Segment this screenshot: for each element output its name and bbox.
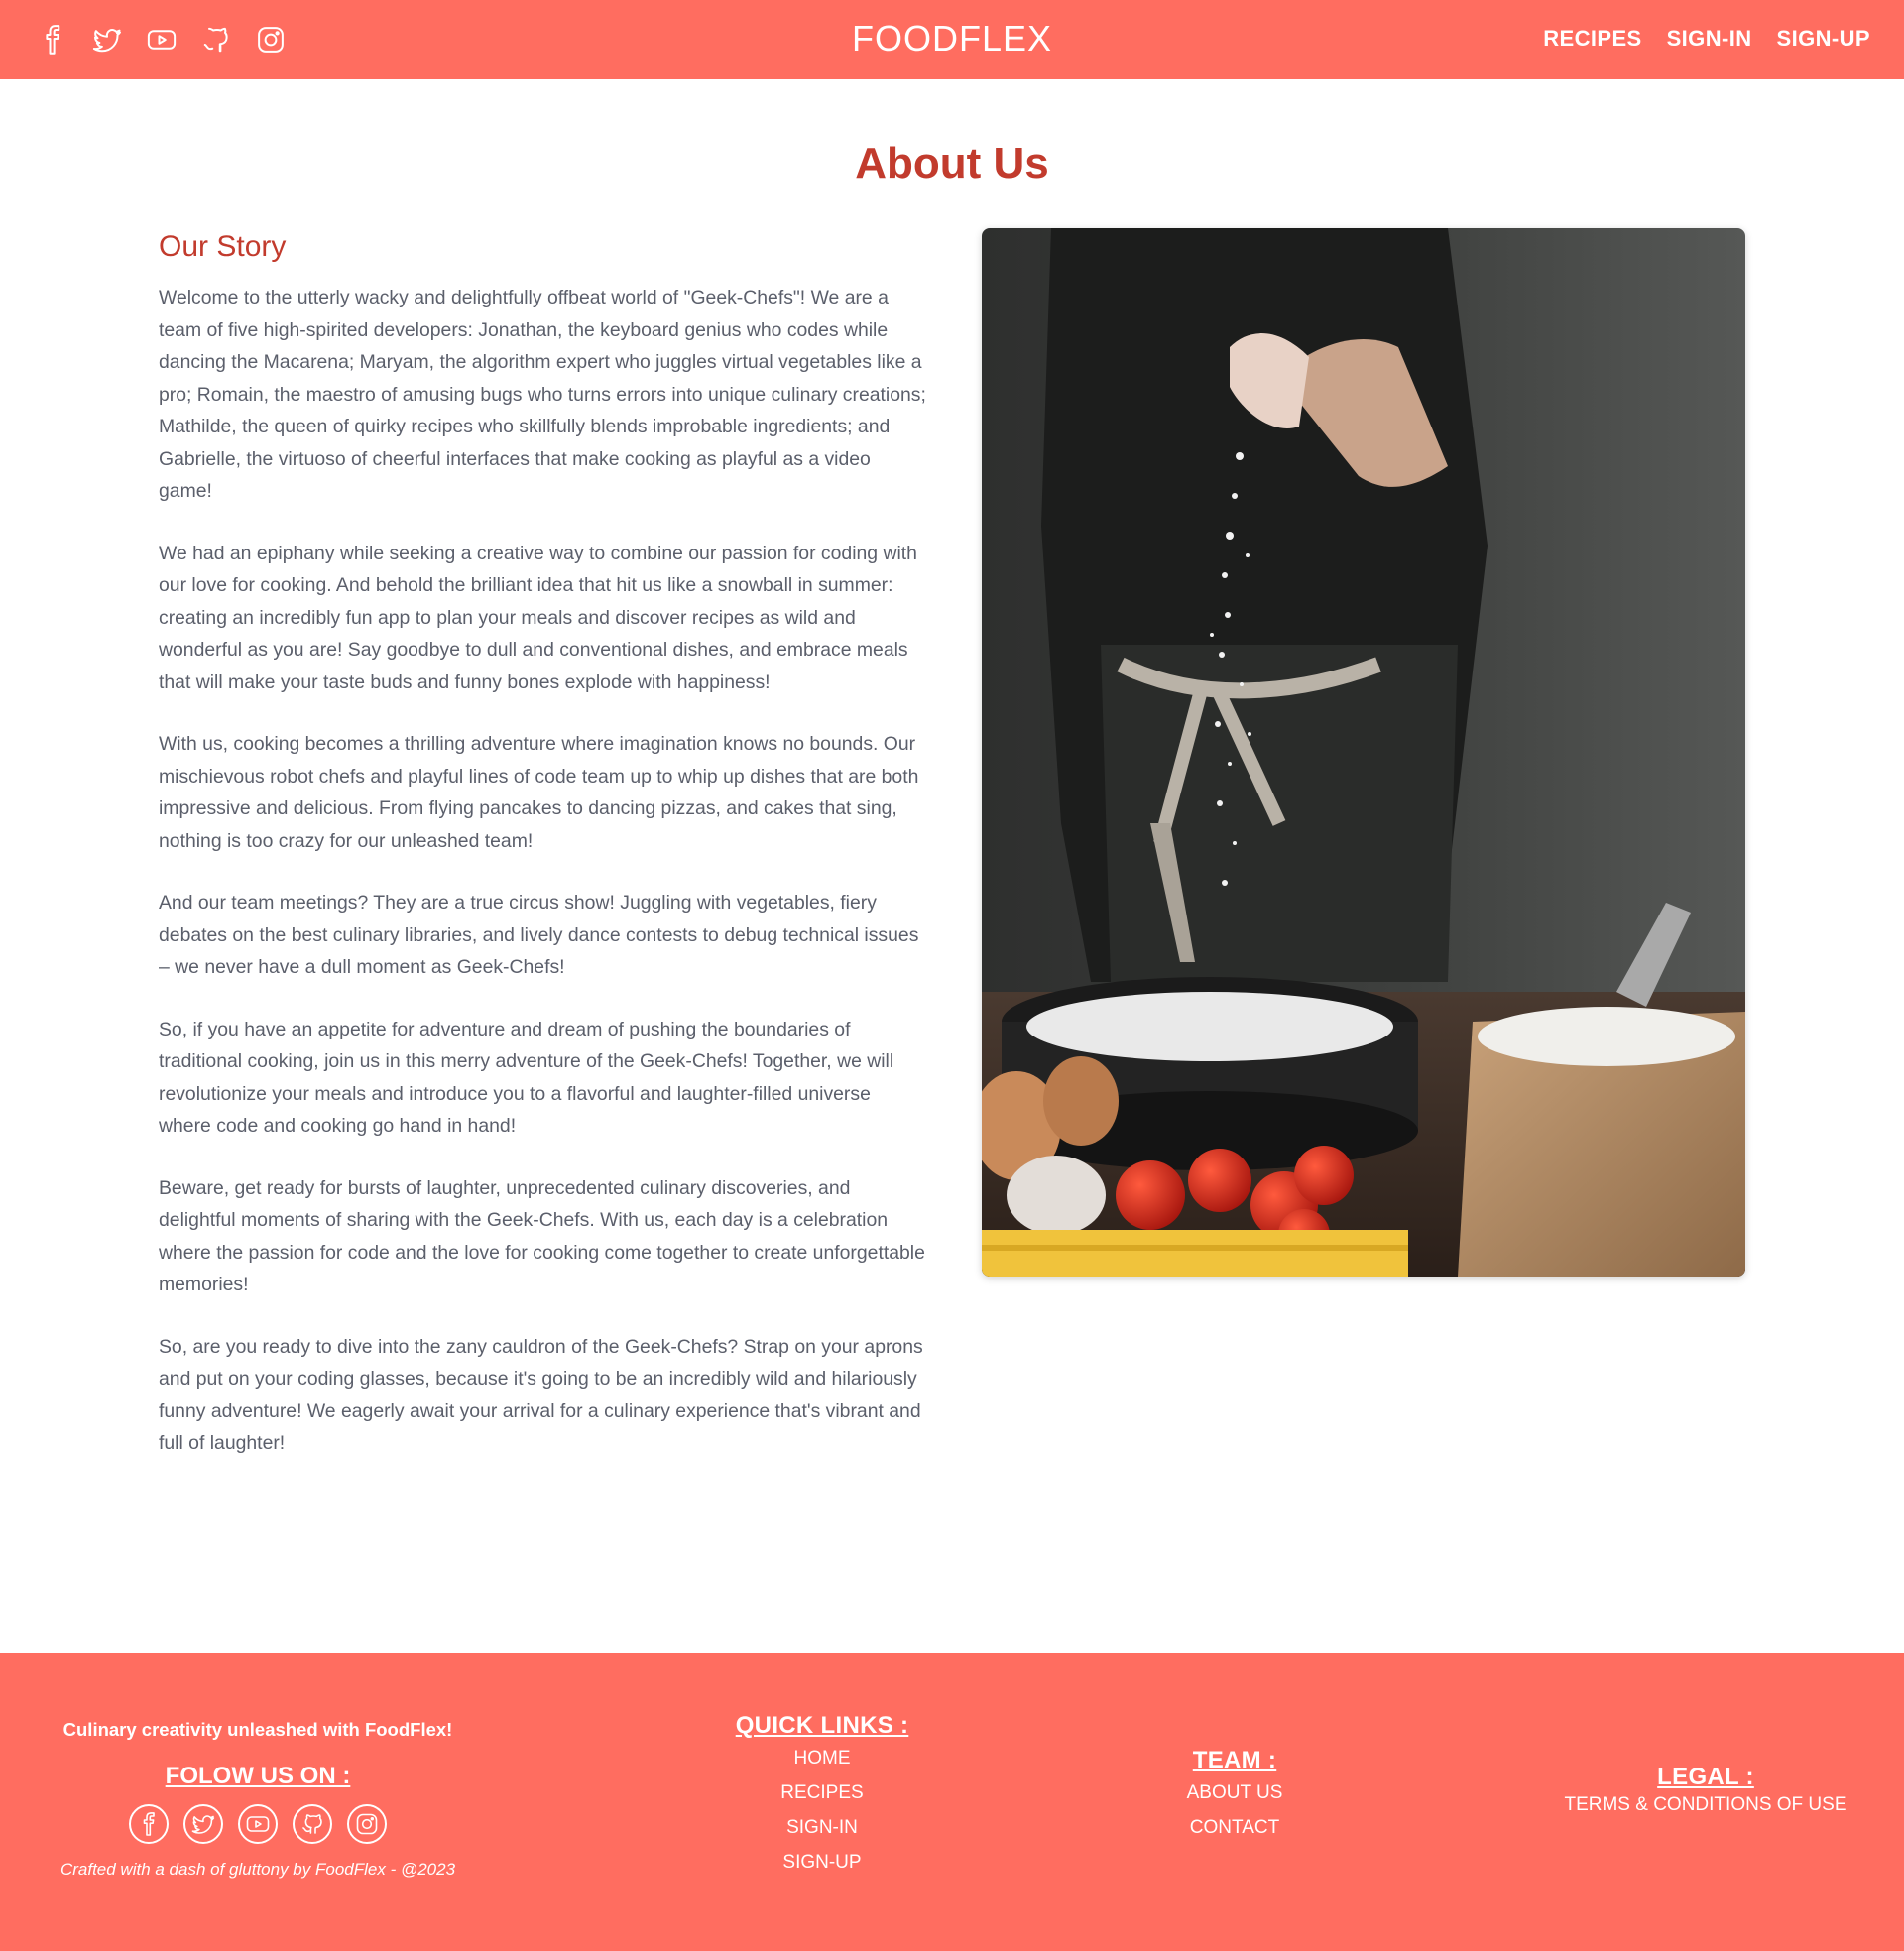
story-paragraph-2: We had an epiphany while seeking a creat…	[159, 542, 917, 693]
story-paragraph-5: So, if you have an appetite for adventur…	[159, 1018, 894, 1138]
nav-sign-up-link[interactable]: SIGN-UP	[1777, 26, 1870, 52]
footer-link-home[interactable]: HOME	[694, 1741, 950, 1775]
facebook-icon[interactable]	[129, 1804, 169, 1844]
footer-quick-links: QUICK LINKS : HOME RECIPES SIGN-IN SIGN-…	[694, 1711, 950, 1880]
footer-about-column: Culinary creativity unleashed with FoodF…	[40, 1719, 476, 1880]
page-title: About Us	[855, 139, 1049, 187]
story-paragraph-1: Welcome to the utterly wacky and delight…	[159, 287, 926, 502]
story-paragraph-6: Beware, get ready for bursts of laughter…	[159, 1176, 925, 1296]
twitter-icon[interactable]	[183, 1804, 223, 1844]
footer-link-recipes[interactable]: RECIPES	[694, 1775, 950, 1810]
footer-link-about-us[interactable]: ABOUT US	[1140, 1775, 1329, 1810]
nav-recipes-link[interactable]: RECIPES	[1543, 26, 1641, 52]
github-icon[interactable]	[293, 1804, 332, 1844]
main-nav: RECIPES SIGN-IN SIGN-UP	[1543, 26, 1870, 52]
chef-flour-photo	[982, 228, 1745, 1277]
top-navbar: FOODFLEX RECIPES SIGN-IN SIGN-UP	[0, 0, 1904, 79]
footer-social-links	[40, 1804, 476, 1844]
story-paragraph-3: With us, cooking becomes a thrilling adv…	[159, 733, 919, 852]
story-heading: Our Story	[159, 230, 287, 263]
footer-legal: LEGAL : TERMS & CONDITIONS OF USE	[1547, 1763, 1864, 1818]
follow-us-title: FOLOW US ON :	[165, 1763, 351, 1789]
footer-tagline: Culinary creativity unleashed with FoodF…	[62, 1719, 453, 1740]
nav-sign-in-link[interactable]: SIGN-IN	[1667, 26, 1752, 52]
legal-title: LEGAL :	[1657, 1764, 1754, 1790]
footer-link-terms[interactable]: TERMS & CONDITIONS OF USE	[1547, 1792, 1864, 1818]
team-title: TEAM :	[1192, 1747, 1277, 1773]
youtube-icon[interactable]	[238, 1804, 278, 1844]
instagram-icon[interactable]	[347, 1804, 387, 1844]
footer-link-sign-in[interactable]: SIGN-IN	[694, 1810, 950, 1845]
our-story-section: Our Story Welcome to the utterly wacky a…	[159, 230, 927, 1490]
footer-link-contact[interactable]: CONTACT	[1140, 1810, 1329, 1845]
footer-team: TEAM : ABOUT US CONTACT	[1140, 1746, 1329, 1845]
site-footer: Culinary creativity unleashed with FoodF…	[0, 1653, 1904, 1951]
footer-credit: Crafted with a dash of gluttony by FoodF…	[60, 1860, 456, 1879]
footer-link-sign-up[interactable]: SIGN-UP	[694, 1845, 950, 1880]
story-paragraph-4: And our team meetings? They are a true c…	[159, 892, 919, 978]
story-paragraph-7: So, are you ready to dive into the zany …	[159, 1335, 923, 1455]
quick-links-title: QUICK LINKS :	[735, 1712, 909, 1739]
